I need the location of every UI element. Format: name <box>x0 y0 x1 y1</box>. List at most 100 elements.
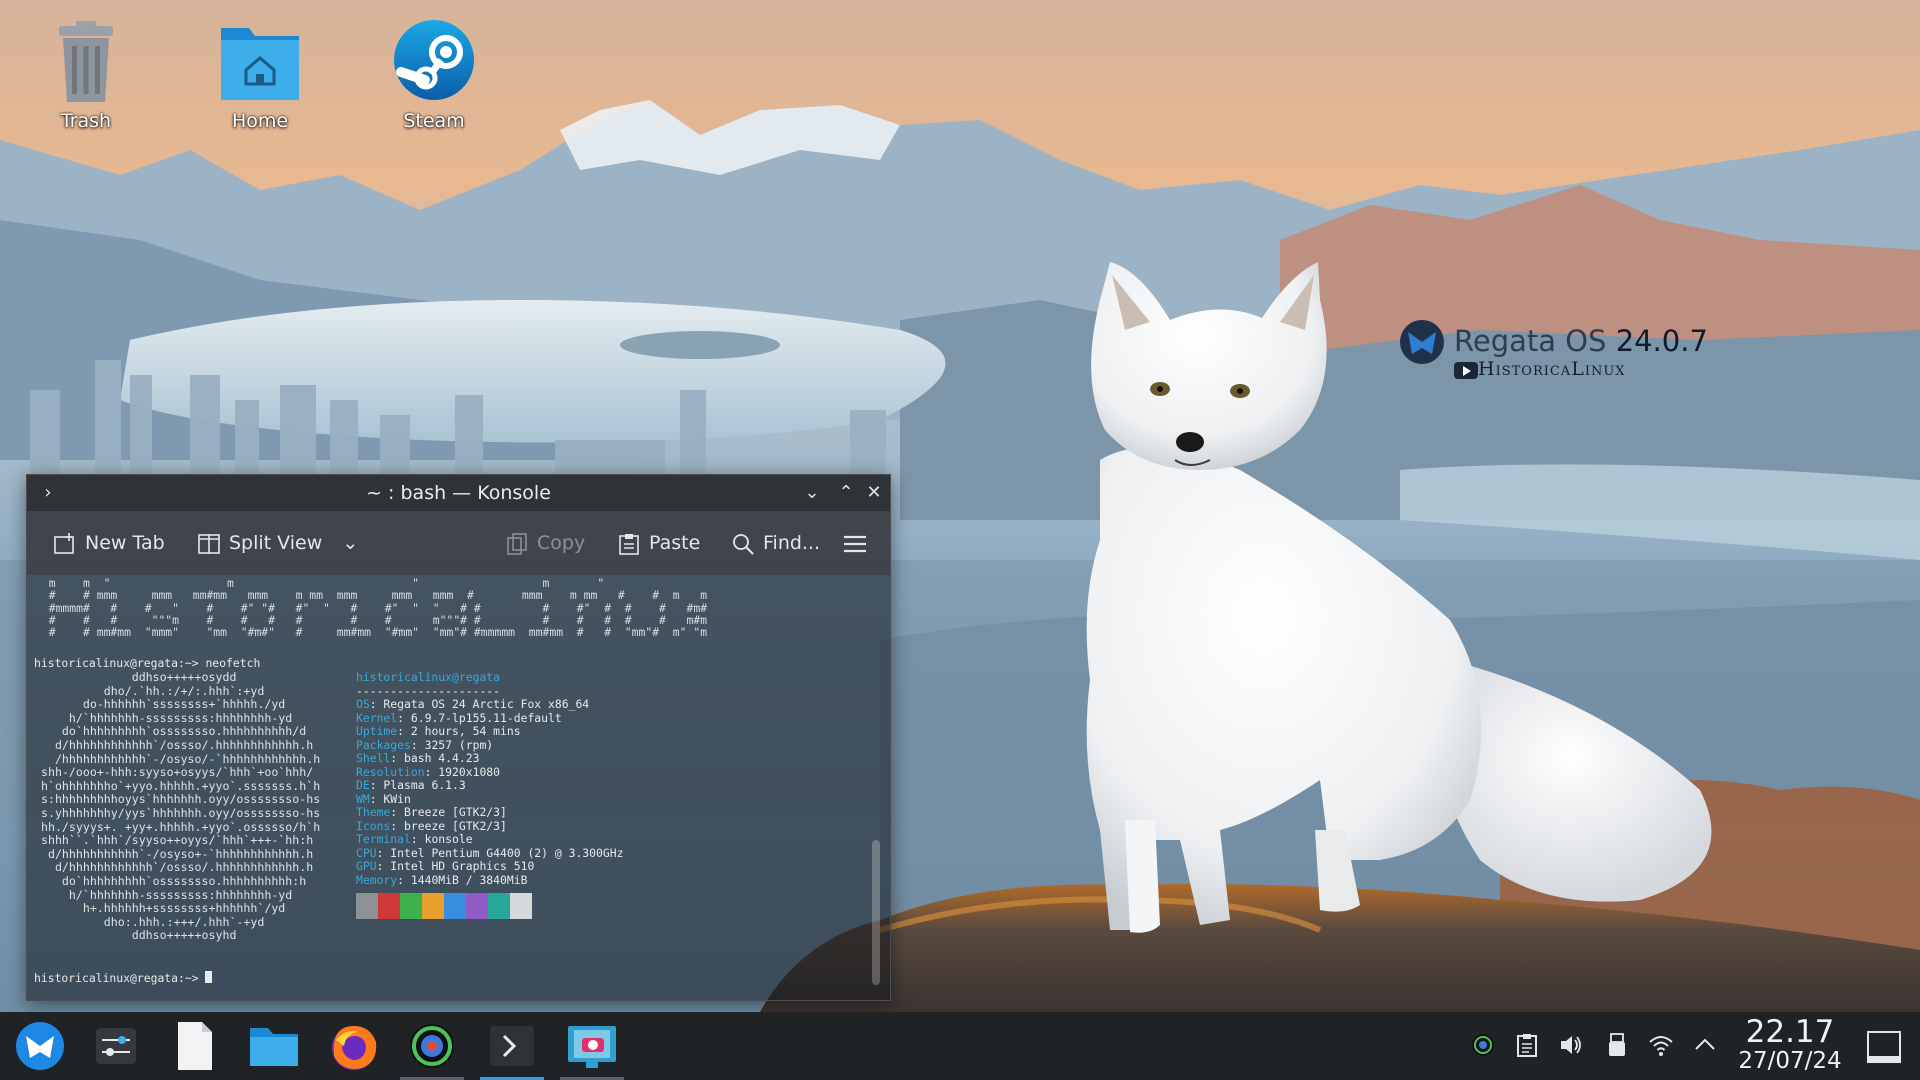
info-label: Terminal <box>356 832 411 846</box>
neofetch-logo: ddhso+++++osydd dho/.`hh.:/+/:.hhh`:+yd … <box>40 670 321 943</box>
info-header: historicalinux@regata <box>356 670 501 684</box>
info-value: : bash 4.4.23 <box>390 751 480 765</box>
info-value: : breeze [GTK2/3] <box>390 818 507 833</box>
maximize-button[interactable]: ⌃ <box>833 480 859 506</box>
trash-icon <box>41 18 131 108</box>
task-text-editor[interactable] <box>166 1018 222 1074</box>
split-view-icon <box>197 532 221 556</box>
paste-icon <box>617 532 641 556</box>
info-label: Uptime <box>356 724 398 738</box>
task-file-manager[interactable] <box>246 1018 302 1074</box>
screenshot-tool-icon <box>568 1026 616 1068</box>
info-value: : Intel Pentium G4400 (2) @ 3.300GHz <box>376 845 624 860</box>
task-settings[interactable] <box>88 1018 144 1074</box>
prompt-line: historicalinux@regata:~> <box>34 971 213 986</box>
terminal-icon <box>490 1026 534 1066</box>
hamburger-menu-icon <box>843 532 867 556</box>
find-button[interactable]: Find... <box>731 529 820 557</box>
info-label: CPU <box>356 845 377 860</box>
digital-clock[interactable]: 22.17 27/07/24 <box>1730 1016 1850 1074</box>
color-swatch <box>510 893 532 919</box>
split-view-button[interactable]: Split View ⌄ <box>197 529 358 557</box>
document-icon <box>178 1022 212 1070</box>
new-tab-button[interactable]: New Tab <box>53 529 165 557</box>
info-row: WM: KWin <box>356 791 623 807</box>
info-value: : 6.9.7-lp155.11-default <box>397 710 562 725</box>
copy-button[interactable]: Copy <box>505 529 585 557</box>
minimize-button[interactable]: ⌄ <box>799 480 825 506</box>
info-row: Packages: 3257 (rpm) <box>356 737 623 753</box>
info-row: OS: Regata OS 24 Arctic Fox x86_64 <box>356 697 623 712</box>
info-value: : Breeze [GTK2/3] <box>390 805 507 819</box>
text-cursor <box>205 971 213 983</box>
konsole-window[interactable]: › ~ : bash — Konsole ⌄ ⌃ ✕ New Tab Split… <box>26 474 891 1001</box>
removable-device-icon[interactable] <box>1604 1032 1630 1058</box>
color-swatch <box>400 893 422 919</box>
tray-game-access-icon[interactable] <box>1470 1032 1496 1058</box>
desktop-icon-label: Trash <box>60 110 112 132</box>
desktop-icon-label: Steam <box>403 110 465 132</box>
window-titlebar[interactable]: › ~ : bash — Konsole ⌄ ⌃ ✕ <box>27 475 890 511</box>
system-settings-icon <box>96 1028 136 1064</box>
wifi-icon[interactable] <box>1648 1032 1674 1058</box>
copy-label: Copy <box>537 532 586 554</box>
chevron-down-icon[interactable]: ⌄ <box>342 532 358 554</box>
info-label: GPU <box>356 859 377 873</box>
taskbar: 22.17 27/07/24 <box>0 1012 1920 1080</box>
new-tab-icon <box>53 532 77 556</box>
watermark-channel: HistoricaLinux <box>1478 358 1626 380</box>
paste-button[interactable]: Paste <box>617 529 700 557</box>
app-launcher-button[interactable] <box>12 1018 68 1074</box>
color-swatch <box>422 893 444 919</box>
home-folder-icon <box>215 18 305 108</box>
info-row: Icons: breeze [GTK2/3] <box>356 818 623 834</box>
info-value: : 1920x1080 <box>424 764 501 779</box>
terminal-output[interactable]: m m " m " m " # # mmm mmm mm#mm mmm m mm… <box>27 575 890 1000</box>
close-button[interactable]: ✕ <box>861 480 887 506</box>
clipboard-icon[interactable] <box>1514 1032 1540 1058</box>
show-desktop-button[interactable] <box>1866 1030 1902 1064</box>
terminal-scrollbar[interactable] <box>872 840 880 985</box>
desktop-icon-trash[interactable]: Trash <box>26 18 146 132</box>
info-label: Theme <box>356 805 391 819</box>
info-separator: --------------------- <box>356 683 501 698</box>
folder-icon <box>250 1028 298 1066</box>
task-konsole[interactable] <box>480 1018 544 1080</box>
prompt-command: historicalinux@regata:~> neofetch <box>34 656 261 670</box>
desktop-icon-home[interactable]: Home <box>200 18 320 132</box>
task-firefox[interactable] <box>326 1018 382 1074</box>
task-screenshot[interactable] <box>560 1018 624 1080</box>
color-swatch <box>466 893 488 919</box>
info-label: Icons <box>356 818 391 833</box>
info-label: Shell <box>356 751 391 765</box>
desktop-icon-steam[interactable]: Steam <box>374 18 494 132</box>
info-label: OS <box>356 697 370 711</box>
search-icon <box>731 532 755 556</box>
info-value: : konsole <box>410 832 473 846</box>
desktop-icon-label: Home <box>231 110 289 132</box>
info-row: Shell: bash 4.4.23 <box>356 751 623 766</box>
info-value: : Plasma 6.1.3 <box>369 778 466 792</box>
info-row: Terminal: konsole <box>356 832 623 847</box>
clock-date: 27/07/24 <box>1738 1048 1842 1074</box>
regata-os-watermark: Regata OS 24.0.7 HistoricaLinux <box>1398 318 1718 388</box>
neofetch-info: historicalinux@regata ------------------… <box>356 670 624 888</box>
task-game-access[interactable] <box>400 1018 464 1080</box>
volume-icon[interactable] <box>1558 1032 1584 1058</box>
chevron-up-icon[interactable] <box>1692 1032 1718 1058</box>
color-swatch <box>378 893 400 919</box>
color-swatch <box>488 893 510 919</box>
clock-time: 22.17 <box>1745 1014 1835 1050</box>
split-view-label: Split View <box>229 532 323 554</box>
hamburger-menu-button[interactable] <box>843 529 875 557</box>
info-value: : 3257 (rpm) <box>410 737 494 752</box>
find-label: Find... <box>763 532 821 554</box>
info-label: WM <box>356 791 370 806</box>
copy-icon <box>505 532 529 556</box>
info-row: Memory: 1440MiB / 3840MiB <box>356 872 623 888</box>
color-swatch <box>444 893 466 919</box>
info-row: GPU: Intel HD Graphics 510 <box>356 859 623 874</box>
konsole-toolbar: New Tab Split View ⌄ Copy Paste Find... <box>27 511 890 575</box>
info-label: Memory <box>356 872 398 887</box>
info-row: Uptime: 2 hours, 54 mins <box>356 724 623 739</box>
